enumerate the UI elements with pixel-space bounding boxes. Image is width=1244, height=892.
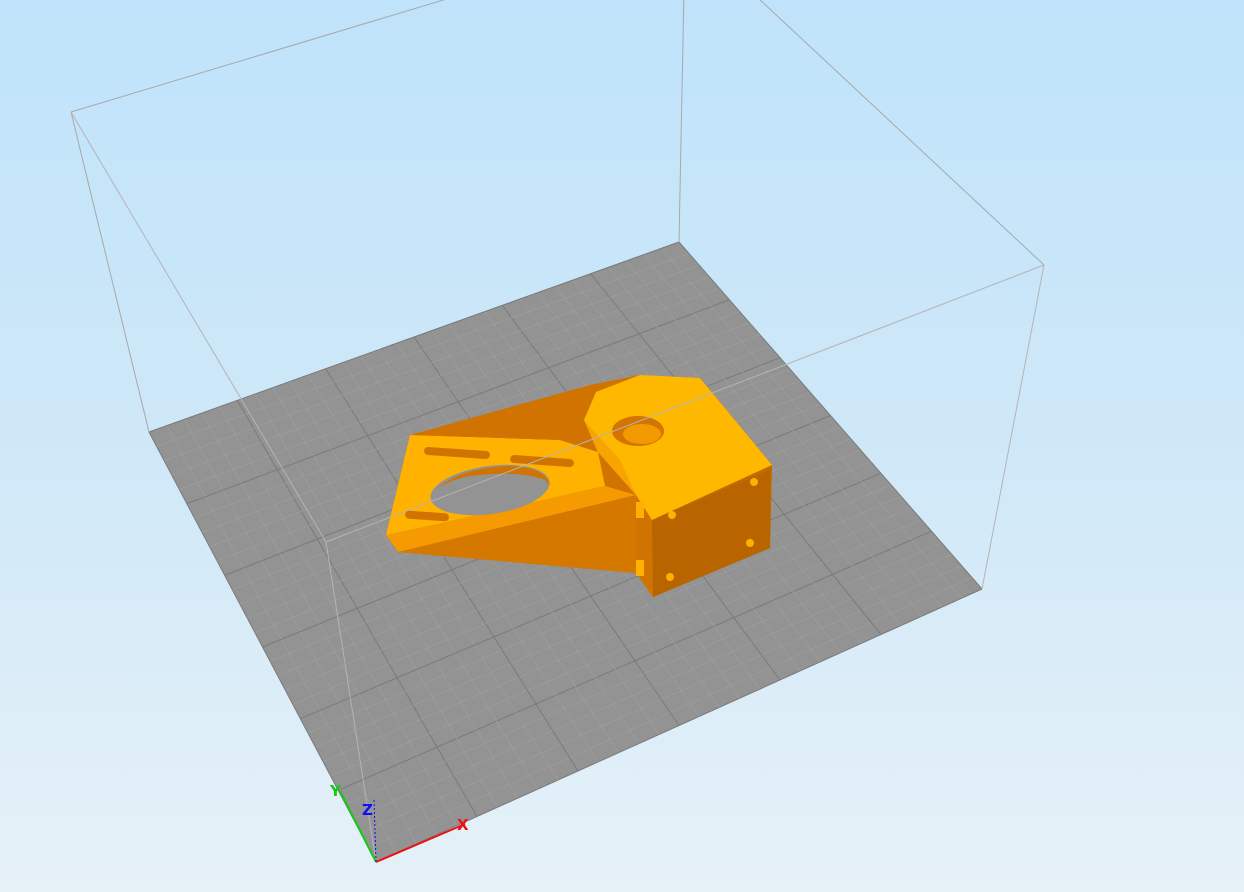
3d-viewport[interactable]: X Y Z bbox=[0, 0, 1244, 892]
model-block-hole-inner bbox=[623, 424, 661, 444]
y-axis-label: Y bbox=[329, 782, 342, 800]
model-screw-hole-1 bbox=[668, 511, 676, 519]
model-screw-hole-3 bbox=[666, 573, 674, 581]
model-side-notch-2 bbox=[636, 560, 644, 576]
model-screw-hole-2 bbox=[750, 478, 758, 486]
x-axis-label: X bbox=[457, 816, 469, 834]
model-screw-hole-4 bbox=[746, 539, 754, 547]
z-axis-label: Z bbox=[362, 801, 373, 819]
model-side-notch-1 bbox=[636, 502, 644, 518]
scene-canvas[interactable]: X Y Z bbox=[0, 0, 1244, 892]
